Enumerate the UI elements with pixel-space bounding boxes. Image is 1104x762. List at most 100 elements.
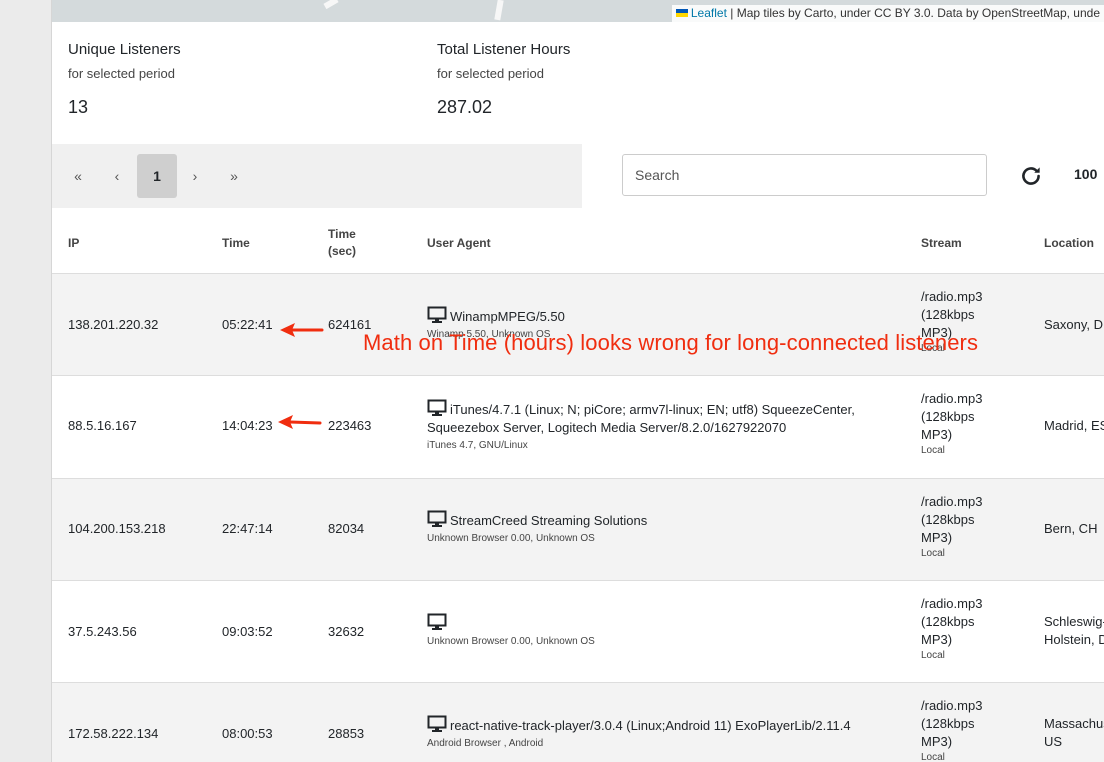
cell-time-sec: 32632 <box>328 624 365 639</box>
desktop-icon <box>427 306 447 323</box>
stream-format: MP3) <box>921 530 953 545</box>
table-row: 37.5.243.56 09:03:52 32632 Unknown Brows… <box>52 581 1104 683</box>
table-row: 172.58.222.134 08:00:53 28853 react-nati… <box>52 683 1104 762</box>
cell-location: Bern, CH <box>1044 520 1097 538</box>
annotation-arrow-icon <box>280 323 324 337</box>
total-hours-stat: Total Listener Hours for selected period… <box>437 41 570 118</box>
stream-local: Local <box>921 650 945 661</box>
stream-format: MP3) <box>921 734 953 749</box>
column-time-sec-line1: Time <box>328 227 356 241</box>
cell-stream: /radio.mp3 (128kbps MP3) Local <box>921 595 982 663</box>
cell-location: Schleswig- Holstein, DE <box>1044 613 1104 649</box>
cell-time-sec: 223463 <box>328 418 372 433</box>
user-agent-text: WinampMPEG/5.50 <box>450 309 565 324</box>
table-row: 88.5.16.167 14:04:23 223463 iTunes/4.7.1… <box>52 376 1104 479</box>
table-row: 104.200.153.218 22:47:14 82034 StreamCre… <box>52 479 1104 581</box>
stream-local: Local <box>921 548 945 559</box>
column-time-sec[interactable]: Time (sec) <box>328 226 356 260</box>
stream-mount: /radio.mp3 <box>921 596 983 611</box>
total-hours-subtitle: for selected period <box>437 66 544 81</box>
unique-listeners-subtitle: for selected period <box>68 66 175 81</box>
cell-ip: 37.5.243.56 <box>68 624 137 639</box>
cell-time: 22:47:14 <box>222 521 273 536</box>
pagination: « ‹ 1 › » <box>52 144 582 208</box>
cell-user-agent: iTunes/4.7.1 (Linux; N; piCore; armv7l-l… <box>427 399 855 453</box>
unique-listeners-stat: Unique Listeners for selected period 13 <box>68 41 181 118</box>
cell-user-agent: StreamCreed Streaming Solutions Unknown … <box>427 510 647 546</box>
stream-local: Local <box>921 445 945 456</box>
column-location[interactable]: Location <box>1044 235 1094 252</box>
user-agent-detail: Android Browser , Android <box>427 738 544 749</box>
user-agent-detail: Unknown Browser 0.00, Unknown OS <box>427 636 595 647</box>
stream-bitrate: (128kbps <box>921 409 975 424</box>
listener-map[interactable]: Leaflet | Map tiles by Carto, under CC B… <box>52 0 1104 22</box>
cell-location: Madrid, ES <box>1044 417 1104 435</box>
location-line1: Schleswig- <box>1044 614 1104 629</box>
cell-time: 05:22:41 <box>222 317 273 332</box>
desktop-icon <box>427 399 447 416</box>
cell-time: 08:00:53 <box>222 726 273 741</box>
location-line1: Madrid, ES <box>1044 418 1104 433</box>
cell-location: Saxony, DE <box>1044 316 1104 334</box>
per-page-select[interactable]: 100 <box>1074 166 1097 182</box>
desktop-icon <box>427 613 447 630</box>
column-stream[interactable]: Stream <box>921 235 962 252</box>
map-attribution: Leaflet | Map tiles by Carto, under CC B… <box>671 5 1104 22</box>
cell-ip: 88.5.16.167 <box>68 418 137 433</box>
refresh-icon[interactable] <box>1018 163 1044 189</box>
cell-location: Massachusetts, US <box>1044 715 1104 751</box>
page-1-button[interactable]: 1 <box>137 154 177 198</box>
cell-time-sec: 82034 <box>328 521 365 536</box>
column-time-sec-line2: (sec) <box>328 244 357 258</box>
listeners-panel: Leaflet | Map tiles by Carto, under CC B… <box>52 0 1104 762</box>
cell-stream: /radio.mp3 (128kbps MP3) Local <box>921 493 982 561</box>
total-hours-title: Total Listener Hours <box>437 41 571 58</box>
annotation-arrow-icon <box>278 415 322 429</box>
cell-ip: 172.58.222.134 <box>68 726 159 741</box>
cell-stream: /radio.mp3 (128kbps MP3) Local <box>921 390 982 458</box>
next-page-button[interactable]: › <box>175 154 215 198</box>
attribution-text: | Map tiles by Carto, under CC BY 3.0. D… <box>726 6 1100 20</box>
cell-time: 14:04:23 <box>222 418 273 433</box>
user-agent-detail: iTunes 4.7, GNU/Linux <box>427 440 528 451</box>
column-time[interactable]: Time <box>222 235 250 252</box>
search-input[interactable] <box>622 154 987 196</box>
column-ip[interactable]: IP <box>68 235 79 252</box>
user-agent-text: StreamCreed Streaming Solutions <box>450 513 648 528</box>
table-header: IP Time Time (sec) User Agent Stream Loc… <box>52 218 1104 274</box>
stream-mount: /radio.mp3 <box>921 391 983 406</box>
stream-format: MP3) <box>921 427 953 442</box>
location-line2: US <box>1044 734 1063 749</box>
cell-user-agent: Unknown Browser 0.00, Unknown OS <box>427 613 595 649</box>
cell-ip: 138.201.220.32 <box>68 317 159 332</box>
annotation-text: Math on Time (hours) looks wrong for lon… <box>363 330 979 355</box>
ukraine-flag-icon <box>675 9 688 17</box>
prev-page-button[interactable]: ‹ <box>97 154 137 198</box>
stream-local: Local <box>921 752 945 762</box>
user-agent-detail: Unknown Browser 0.00, Unknown OS <box>427 533 595 544</box>
table-row: 138.201.220.32 05:22:41 624161 WinampMPE… <box>52 274 1104 376</box>
column-user-agent[interactable]: User Agent <box>427 235 491 252</box>
stream-mount: /radio.mp3 <box>921 494 983 509</box>
leaflet-link[interactable]: Leaflet <box>691 6 727 20</box>
stream-mount: /radio.mp3 <box>921 698 983 713</box>
location-line1: Massachusetts, <box>1044 716 1104 731</box>
last-page-button[interactable]: » <box>214 154 254 198</box>
stream-bitrate: (128kbps <box>921 614 975 629</box>
cell-time-sec: 28853 <box>328 726 365 741</box>
unique-listeners-value: 13 <box>68 97 89 117</box>
desktop-icon <box>427 715 447 732</box>
user-agent-text: react-native-track-player/3.0.4 (Linux;A… <box>450 718 851 733</box>
cell-stream: /radio.mp3 (128kbps MP3) Local <box>921 697 982 762</box>
cell-ip: 104.200.153.218 <box>68 521 166 536</box>
cell-time: 09:03:52 <box>222 624 273 639</box>
stream-mount: /radio.mp3 <box>921 289 983 304</box>
location-line1: Bern, CH <box>1044 521 1098 536</box>
stream-format: MP3) <box>921 632 953 647</box>
cell-user-agent: react-native-track-player/3.0.4 (Linux;A… <box>427 715 851 751</box>
first-page-button[interactable]: « <box>58 154 98 198</box>
location-line2: Holstein, DE <box>1044 632 1104 647</box>
user-agent-text: iTunes/4.7.1 (Linux; N; piCore; armv7l-l… <box>450 402 855 417</box>
unique-listeners-title: Unique Listeners <box>68 41 181 58</box>
user-agent-text-line2: Squeezebox Server, Logitech Media Server… <box>427 420 787 435</box>
